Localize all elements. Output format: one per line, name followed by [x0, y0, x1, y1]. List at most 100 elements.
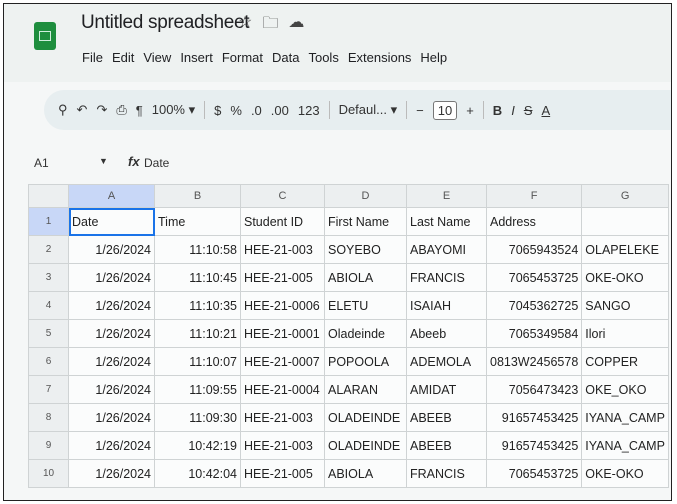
select-all-corner[interactable]	[28, 184, 69, 208]
row-header[interactable]: 8	[28, 403, 69, 432]
cell[interactable]: HEE-21-005	[240, 459, 325, 488]
font-size-input[interactable]: 10	[432, 100, 458, 120]
row-header[interactable]: 5	[28, 319, 69, 348]
cell[interactable]: 7065943524	[485, 235, 583, 264]
cell[interactable]: IYANA_CAMP	[581, 403, 669, 432]
search-icon[interactable]: ⚲	[58, 102, 68, 118]
cell[interactable]: SANGO	[581, 291, 669, 320]
cell[interactable]: HEE-21-0001	[240, 319, 325, 348]
cell[interactable]: 1/26/2024	[68, 403, 155, 432]
print-icon[interactable]: ⎙	[116, 102, 126, 118]
bold-button[interactable]: B	[493, 103, 502, 118]
cell[interactable]: 1/26/2024	[68, 375, 155, 404]
undo-icon[interactable]: ↶	[77, 102, 88, 118]
cell[interactable]: 11:10:45	[154, 263, 241, 292]
cell[interactable]: 1/26/2024	[68, 319, 155, 348]
cell[interactable]: 10:42:04	[154, 459, 241, 488]
cell[interactable]: 1/26/2024	[68, 347, 155, 376]
menu-help[interactable]: Help	[420, 50, 447, 65]
menu-format[interactable]: Format	[222, 50, 263, 65]
cell[interactable]: 1/26/2024	[68, 235, 155, 264]
text-color-button[interactable]: A	[541, 103, 550, 118]
cell[interactable]: POPOOLA	[324, 347, 407, 376]
cell[interactable]: HEE-21-003	[240, 431, 325, 460]
menu-view[interactable]: View	[143, 50, 171, 65]
cell[interactable]: HEE-21-003	[240, 403, 325, 432]
cell[interactable]: IYANA_CAMP	[581, 431, 669, 460]
menu-tools[interactable]: Tools	[308, 50, 338, 65]
cell[interactable]: HEE-21-0006	[240, 291, 325, 320]
column-header-d[interactable]: D	[324, 184, 407, 208]
column-header-g[interactable]: G	[581, 184, 669, 208]
move-to-folder-icon[interactable]: 🗀	[262, 12, 278, 39]
cell[interactable]: ALARAN	[324, 375, 407, 404]
currency-format-button[interactable]: $	[214, 103, 221, 118]
cell[interactable]	[581, 207, 669, 236]
cell[interactable]: OLAPELEKE	[581, 235, 669, 264]
star-icon[interactable]: ☆	[238, 12, 252, 39]
cell[interactable]: 1/26/2024	[68, 431, 155, 460]
column-header-f[interactable]: F	[485, 184, 583, 208]
cell[interactable]: HEE-21-0007	[240, 347, 325, 376]
cell[interactable]: 11:10:58	[154, 235, 241, 264]
cell[interactable]: 7045362725	[485, 291, 583, 320]
strikethrough-button[interactable]: S	[524, 103, 533, 118]
cell[interactable]: Oladeinde	[324, 319, 407, 348]
italic-button[interactable]: I	[511, 103, 515, 118]
cell[interactable]: Abeeb	[406, 319, 487, 348]
cell[interactable]: OKE-OKO	[581, 263, 669, 292]
cell[interactable]: 7065453725	[485, 459, 583, 488]
menu-file[interactable]: File	[82, 50, 103, 65]
cloud-status-icon[interactable]: ☁	[288, 12, 304, 39]
cell[interactable]: 7056473423	[485, 375, 583, 404]
cell[interactable]: First Name	[324, 207, 407, 236]
cell[interactable]: OLADEINDE	[324, 403, 407, 432]
cell[interactable]: ABEEB	[406, 403, 487, 432]
cell[interactable]: FRANCIS	[406, 459, 487, 488]
formula-input[interactable]: Date	[144, 156, 169, 170]
decrease-font-size-button[interactable]: −	[416, 103, 424, 118]
cell[interactable]: 11:10:07	[154, 347, 241, 376]
cell[interactable]: FRANCIS	[406, 263, 487, 292]
row-header[interactable]: 10	[28, 459, 69, 488]
menu-edit[interactable]: Edit	[112, 50, 134, 65]
cell[interactable]: ADEMOLA	[406, 347, 487, 376]
cell[interactable]: Address	[485, 207, 583, 236]
redo-icon[interactable]: ↷	[96, 102, 107, 118]
percent-format-button[interactable]: %	[230, 103, 242, 118]
cell[interactable]: ABIOLA	[324, 263, 407, 292]
cell[interactable]: 11:09:30	[154, 403, 241, 432]
number-format-button[interactable]: 123	[298, 103, 320, 118]
cell[interactable]: Ilori	[581, 319, 669, 348]
column-header-c[interactable]: C	[240, 184, 325, 208]
cell[interactable]: 7065453725	[485, 263, 583, 292]
cell[interactable]: ABEEB	[406, 431, 487, 460]
increase-font-size-button[interactable]: +	[466, 103, 474, 118]
cell[interactable]: AMIDAT	[406, 375, 487, 404]
cell[interactable]: 11:10:21	[154, 319, 241, 348]
menu-data[interactable]: Data	[272, 50, 299, 65]
row-header[interactable]: 4	[28, 291, 69, 320]
paint-format-icon[interactable]: ¶	[136, 103, 143, 118]
row-header[interactable]: 6	[28, 347, 69, 376]
sheets-logo-icon[interactable]	[34, 22, 56, 50]
row-header[interactable]: 2	[28, 235, 69, 264]
increase-decimal-button[interactable]: .00	[271, 103, 289, 118]
cell[interactable]: OKE-OKO	[581, 459, 669, 488]
cell[interactable]: SOYEBO	[324, 235, 407, 264]
cell[interactable]: Student ID	[240, 207, 325, 236]
cell[interactable]: ELETU	[324, 291, 407, 320]
font-select[interactable]: Defaul... ▾	[339, 102, 398, 118]
cell[interactable]: 1/26/2024	[68, 263, 155, 292]
cell[interactable]: COPPER	[581, 347, 669, 376]
cell[interactable]: Date	[68, 207, 155, 236]
column-header-e[interactable]: E	[406, 184, 487, 208]
cell[interactable]: 1/26/2024	[68, 291, 155, 320]
document-title[interactable]: Untitled spreadsheet	[81, 12, 250, 34]
row-header[interactable]: 9	[28, 431, 69, 460]
cell[interactable]: 91657453425	[485, 431, 583, 460]
cell[interactable]: ISAIAH	[406, 291, 487, 320]
row-header[interactable]: 3	[28, 263, 69, 292]
cell[interactable]: 91657453425	[485, 403, 583, 432]
cell[interactable]: Time	[154, 207, 241, 236]
